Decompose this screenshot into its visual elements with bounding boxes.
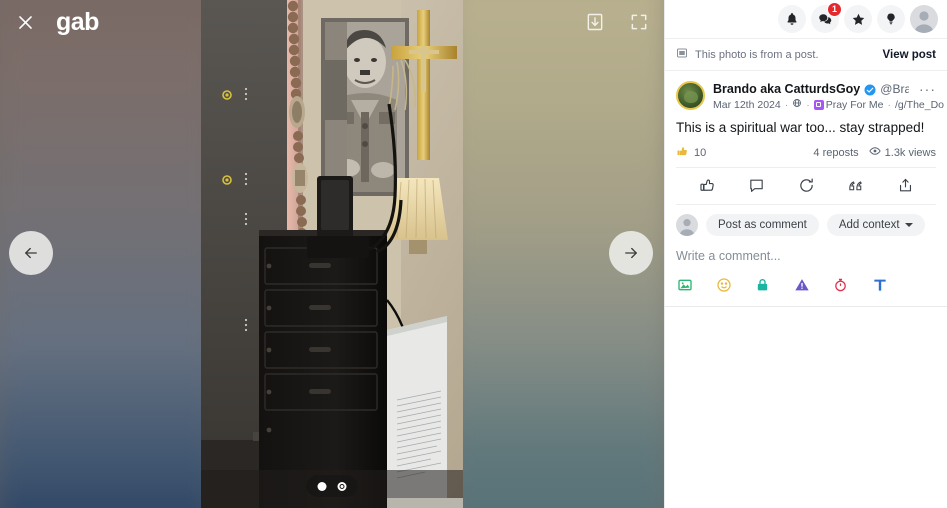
media-lightbox: gab 1 This photo is from a post. View po… [0, 0, 947, 508]
quote-action-icon[interactable] [843, 175, 869, 197]
post-body-text: This is a spiritual war too... stay stra… [676, 120, 925, 135]
close-icon[interactable] [8, 5, 42, 39]
photo-icon [676, 46, 688, 64]
carousel-dots [306, 475, 358, 497]
star-icon[interactable] [844, 5, 872, 33]
composer-avatar [676, 213, 698, 236]
carousel-dot[interactable] [337, 481, 347, 491]
repost-count[interactable]: 4 reposts [813, 147, 858, 159]
post-as-comment-button[interactable]: Post as comment [706, 213, 819, 236]
eye-icon [868, 145, 881, 160]
comment-composer: Post as comment Add context Write a comm… [665, 205, 947, 306]
download-icon[interactable] [578, 5, 612, 39]
image-icon[interactable] [676, 277, 693, 294]
verified-badge-icon [864, 83, 876, 96]
author-handle[interactable]: @Bran... [880, 82, 909, 96]
group-icon [813, 99, 824, 110]
add-context-button[interactable]: Add context [826, 213, 925, 236]
post-stats: 10 4 reposts 1.3k views [676, 145, 936, 161]
repost-action-icon[interactable] [793, 175, 819, 197]
media-pane: gab [0, 0, 664, 508]
chevron-down-icon [904, 222, 913, 227]
add-context-label: Add context [838, 218, 900, 231]
post-header: Brando aka CatturdsGoy @Bran... ··· Mar … [676, 81, 944, 111]
comment-input[interactable]: Write a comment... [676, 249, 936, 263]
arrow-right-icon[interactable] [609, 231, 653, 275]
alert-icon[interactable] [793, 277, 810, 294]
emoji-icon[interactable] [715, 277, 732, 294]
meta-separator: · [887, 98, 891, 111]
chat-badge: 1 [826, 2, 842, 17]
post-timestamp[interactable]: Mar 12th 2024 [713, 99, 781, 111]
gab-logo[interactable]: gab [56, 9, 99, 35]
post-actions [676, 166, 936, 205]
view-post-button[interactable]: View post [883, 49, 936, 61]
chat-icon[interactable]: 1 [811, 2, 842, 33]
composer-actions: Post as comment Add context [676, 213, 936, 236]
post-card: Brando aka CatturdsGoy @Bran... ··· Mar … [665, 71, 947, 205]
photo-image [201, 0, 463, 508]
post-sidebar: 1 This photo is from a post. View post B… [664, 0, 947, 508]
group-link[interactable]: Pray For Me [813, 98, 884, 111]
like-action-icon[interactable] [694, 175, 720, 197]
meta-separator: · [806, 98, 810, 111]
from-post-text: This photo is from a post. [695, 48, 819, 61]
globe-icon [792, 98, 802, 111]
timer-icon[interactable] [832, 277, 849, 294]
composer-toolbar [676, 277, 936, 306]
group-path-link[interactable]: /g/The_Do [895, 99, 944, 111]
group-name: Pray For Me [825, 98, 884, 111]
comment-action-icon[interactable] [744, 175, 770, 197]
post-meta-row: Mar 12th 2024 · · Pray For Me · /g/The_D… [713, 98, 944, 111]
post-stats-right: 4 reposts 1.3k views [813, 145, 936, 160]
author-meta: Brando aka CatturdsGoy @Bran... ··· Mar … [713, 81, 944, 111]
author-avatar[interactable] [676, 81, 705, 110]
media-header-left: gab [0, 0, 99, 44]
author-name[interactable]: Brando aka CatturdsGoy [713, 82, 860, 96]
post-more-button[interactable]: ··· [913, 81, 936, 97]
carousel-dot-active[interactable] [317, 481, 327, 491]
sidebar-topbar: 1 [665, 0, 947, 39]
like-count[interactable]: 10 [676, 145, 706, 161]
comments-empty-area [665, 306, 947, 508]
media-header-right [578, 0, 656, 44]
arrow-left-icon[interactable] [9, 231, 53, 275]
avatar[interactable] [910, 5, 938, 33]
view-count-value: 1.3k views [884, 146, 936, 159]
lock-icon[interactable] [754, 277, 771, 294]
view-count: 1.3k views [868, 145, 936, 160]
like-count-value: 10 [694, 146, 707, 159]
thumbs-up-icon [676, 145, 689, 161]
lightbulb-icon[interactable] [877, 5, 905, 33]
fullscreen-icon[interactable] [622, 5, 656, 39]
share-action-icon[interactable] [892, 175, 918, 197]
bell-icon[interactable] [778, 5, 806, 33]
text-format-icon[interactable] [871, 277, 888, 294]
from-post-row: This photo is from a post. View post [665, 39, 947, 71]
meta-separator: · [784, 98, 789, 111]
author-name-row: Brando aka CatturdsGoy @Bran... ··· [713, 81, 936, 97]
